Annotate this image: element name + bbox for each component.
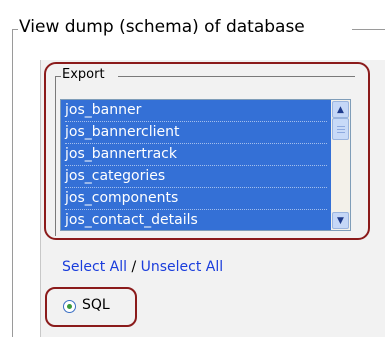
select-all-link[interactable]: Select All: [62, 259, 127, 275]
fieldset-border: [12, 29, 13, 337]
highlight-box-export: [44, 62, 370, 240]
unselect-all-link[interactable]: Unselect All: [141, 259, 224, 275]
fieldset-border: [352, 29, 385, 30]
link-separator: /: [127, 259, 141, 275]
highlight-box-sql: [45, 287, 137, 327]
fieldset-legend: View dump (schema) of database: [19, 17, 305, 37]
select-links: Select All / Unselect All: [62, 259, 223, 275]
